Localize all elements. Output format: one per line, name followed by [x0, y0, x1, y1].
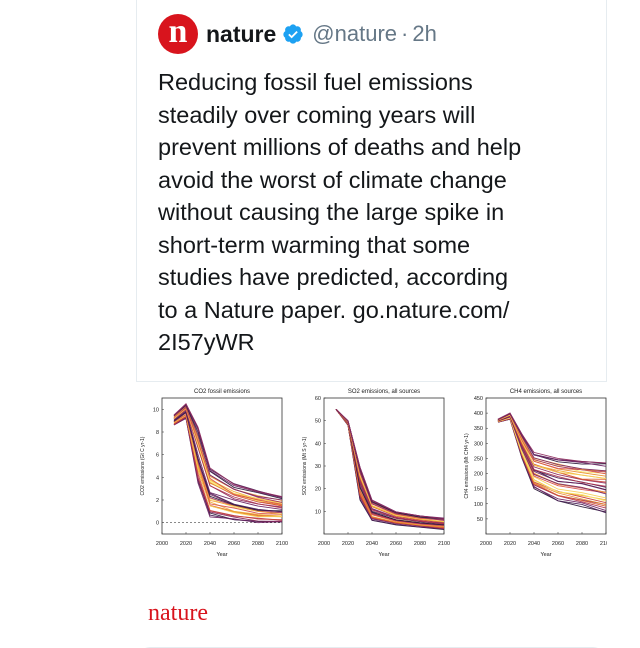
y-tick-label: 50	[477, 517, 483, 523]
x-axis-label: Year	[216, 552, 227, 558]
x-tick-label: 2040	[528, 541, 540, 547]
y-tick-label: 50	[315, 419, 321, 425]
x-tick-label: 2080	[576, 541, 588, 547]
x-tick-label: 2100	[600, 541, 607, 547]
separator-dot: ·	[401, 21, 409, 46]
nature-logo: nature	[148, 600, 208, 626]
tweet-header: n nature @nature · 2h	[158, 14, 437, 54]
y-tick-label: 6	[156, 453, 159, 459]
chart-title: CO2 fossil emissions	[194, 389, 250, 395]
tweet-time[interactable]: 2h	[412, 21, 436, 47]
scenario-line	[335, 408, 445, 521]
y-tick-label: 0	[156, 521, 159, 527]
author-handle[interactable]: @nature	[312, 21, 397, 47]
scenario-line	[335, 409, 445, 527]
scenario-line	[335, 409, 445, 526]
scenario-line	[335, 409, 445, 525]
y-tick-label: 20	[315, 487, 321, 493]
scenario-line	[335, 408, 445, 520]
y-axis-label: CO2 emissions (Gt C yr-1)	[140, 436, 146, 495]
scenario-line	[335, 408, 445, 523]
y-axis-label: SO2 emissions (Mt S yr-1)	[302, 436, 308, 495]
scenario-line	[497, 412, 607, 464]
y-axis-label: CH4 emissions (Mt CH4 yr-1)	[464, 433, 470, 499]
x-tick-label: 2020	[504, 541, 516, 547]
x-tick-label: 2060	[228, 541, 240, 547]
chart-title: SO2 emissions, all sources	[348, 389, 420, 395]
scenario-line	[335, 408, 445, 521]
scenario-line	[335, 409, 445, 526]
x-tick-label: 2000	[480, 541, 492, 547]
scenario-line	[335, 408, 445, 522]
x-tick-label: 2000	[318, 541, 330, 547]
scenario-line	[335, 409, 445, 526]
scenario-line	[335, 408, 445, 521]
x-tick-label: 2080	[252, 541, 264, 547]
chart-title: CH4 emissions, all sources	[510, 389, 582, 395]
scenario-line	[335, 409, 445, 526]
scenario-line	[335, 408, 445, 523]
scenario-line	[335, 409, 445, 526]
y-tick-label: 400	[474, 411, 483, 417]
tweet-text: Reducing fossil fuel emissions steadily …	[158, 69, 522, 355]
x-axis-label: Year	[540, 552, 551, 558]
y-tick-label: 200	[474, 472, 483, 478]
x-tick-label: 2020	[342, 541, 354, 547]
y-tick-label: 10	[315, 509, 321, 515]
y-tick-label: 150	[474, 487, 483, 493]
scenario-line	[335, 408, 445, 523]
scenario-line	[335, 408, 445, 524]
scenario-line	[335, 408, 445, 523]
scenario-line	[335, 408, 445, 520]
x-tick-label: 2080	[414, 541, 426, 547]
y-tick-label: 60	[315, 396, 321, 402]
y-tick-label: 450	[474, 396, 483, 402]
y-tick-label: 40	[315, 441, 321, 447]
y-tick-label: 30	[315, 464, 321, 470]
scenario-line	[335, 409, 445, 524]
x-axis-label: Year	[378, 552, 389, 558]
scenario-line	[335, 408, 445, 521]
y-tick-label: 10	[153, 407, 159, 413]
x-tick-label: 2100	[438, 541, 450, 547]
avatar[interactable]: n	[158, 14, 198, 54]
verified-badge-icon	[283, 24, 303, 44]
y-tick-label: 250	[474, 456, 483, 462]
y-tick-label: 4	[156, 475, 159, 481]
y-tick-label: 300	[474, 441, 483, 447]
x-tick-label: 2060	[390, 541, 402, 547]
x-tick-label: 2040	[204, 541, 216, 547]
x-tick-label: 2040	[366, 541, 378, 547]
x-tick-label: 2020	[180, 541, 192, 547]
x-tick-label: 2060	[552, 541, 564, 547]
scenario-line	[497, 416, 607, 495]
scenario-line	[335, 408, 445, 521]
y-tick-label: 100	[474, 502, 483, 508]
y-tick-label: 2	[156, 498, 159, 504]
scenario-line	[335, 408, 445, 520]
x-tick-label: 2100	[276, 541, 288, 547]
scenario-line	[335, 409, 445, 525]
author-name[interactable]: nature	[206, 21, 276, 48]
x-tick-label: 2000	[156, 541, 168, 547]
scenario-line	[497, 417, 607, 502]
y-tick-label: 350	[474, 426, 483, 432]
y-tick-label: 8	[156, 430, 159, 436]
scenario-line	[335, 408, 445, 519]
